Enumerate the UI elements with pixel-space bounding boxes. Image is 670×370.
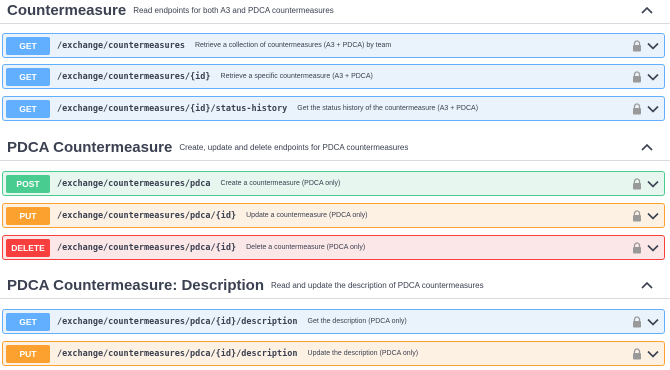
chevron-up-icon[interactable] bbox=[640, 140, 654, 154]
operation-path: /exchange/countermeasures/pdca bbox=[57, 178, 211, 189]
operation-summary: Update a countermeasure (PDCA only) bbox=[246, 212, 368, 219]
method-badge: DELETE bbox=[6, 238, 50, 257]
operation-summary: Create a countermeasure (PDCA only) bbox=[220, 180, 341, 187]
operation-put-description[interactable]: PUT /exchange/countermeasures/pdca/{id}/… bbox=[2, 341, 665, 366]
method-badge: PUT bbox=[6, 344, 50, 363]
section-title: Countermeasure bbox=[7, 2, 127, 19]
operation-get-countermeasures[interactable]: GET /exchange/countermeasures Retrieve a… bbox=[2, 33, 665, 58]
operation-delete-pdca[interactable]: DELETE /exchange/countermeasures/pdca/{i… bbox=[2, 235, 665, 260]
operation-path: /exchange/countermeasures/pdca/{id} bbox=[57, 242, 237, 253]
operation-path: /exchange/countermeasures/{id}/status-hi… bbox=[57, 103, 288, 114]
chevron-down-icon[interactable] bbox=[647, 349, 659, 359]
operation-get-status-history[interactable]: GET /exchange/countermeasures/{id}/statu… bbox=[2, 96, 665, 121]
operation-path: /exchange/countermeasures/{id} bbox=[57, 71, 211, 82]
lock-icon[interactable] bbox=[632, 242, 642, 254]
operation-get-description[interactable]: GET /exchange/countermeasures/pdca/{id}/… bbox=[2, 309, 665, 334]
operation-summary: Get the description (PDCA only) bbox=[307, 318, 407, 325]
operation-post-pdca[interactable]: POST /exchange/countermeasures/pdca Crea… bbox=[2, 171, 665, 196]
lock-icon[interactable] bbox=[632, 103, 642, 115]
method-badge: GET bbox=[6, 36, 50, 55]
operation-path: /exchange/countermeasures/pdca/{id}/desc… bbox=[57, 348, 298, 359]
operation-summary: Get the status history of the countermea… bbox=[297, 105, 479, 112]
section-title: PDCA Countermeasure: Description bbox=[7, 277, 264, 294]
lock-icon[interactable] bbox=[632, 348, 642, 360]
operation-get-countermeasure-by-id[interactable]: GET /exchange/countermeasures/{id} Retri… bbox=[2, 64, 665, 89]
operation-summary: Retrieve a specific countermeasure (A3 +… bbox=[220, 73, 373, 80]
chevron-down-icon[interactable] bbox=[647, 41, 659, 51]
method-badge: POST bbox=[6, 174, 50, 193]
method-badge: GET bbox=[6, 312, 50, 331]
chevron-down-icon[interactable] bbox=[647, 211, 659, 221]
method-badge: GET bbox=[6, 67, 50, 86]
chevron-up-icon[interactable] bbox=[640, 3, 654, 17]
lock-icon[interactable] bbox=[632, 210, 642, 222]
operation-path: /exchange/countermeasures/pdca/{id} bbox=[57, 210, 237, 221]
chevron-down-icon[interactable] bbox=[647, 104, 659, 114]
chevron-down-icon[interactable] bbox=[647, 243, 659, 253]
section-title: PDCA Countermeasure bbox=[7, 139, 173, 156]
operation-summary: Update the description (PDCA only) bbox=[307, 350, 419, 357]
section-description: Create, update and delete endpoints for … bbox=[179, 143, 409, 152]
operation-summary: Retrieve a collection of countermeasures… bbox=[194, 42, 392, 49]
chevron-down-icon[interactable] bbox=[647, 179, 659, 189]
lock-icon[interactable] bbox=[632, 40, 642, 52]
operation-path: /exchange/countermeasures/pdca/{id}/desc… bbox=[57, 316, 298, 327]
section-header-countermeasure[interactable]: Countermeasure Read endpoints for both A… bbox=[0, 0, 670, 24]
section-description: Read and update the description of PDCA … bbox=[271, 281, 484, 290]
lock-icon[interactable] bbox=[632, 316, 642, 328]
section-header-pdca-countermeasure-description[interactable]: PDCA Countermeasure: Description Read an… bbox=[0, 273, 670, 299]
operation-summary: Delete a countermeasure (PDCA only) bbox=[246, 244, 366, 251]
lock-icon[interactable] bbox=[632, 71, 642, 83]
chevron-up-icon[interactable] bbox=[640, 278, 654, 292]
chevron-down-icon[interactable] bbox=[647, 317, 659, 327]
operation-path: /exchange/countermeasures bbox=[57, 40, 185, 51]
section-header-pdca-countermeasure[interactable]: PDCA Countermeasure Create, update and d… bbox=[0, 135, 670, 161]
chevron-down-icon[interactable] bbox=[647, 72, 659, 82]
lock-icon[interactable] bbox=[632, 178, 642, 190]
method-badge: GET bbox=[6, 99, 50, 118]
section-description: Read endpoints for both A3 and PDCA coun… bbox=[133, 6, 334, 15]
method-badge: PUT bbox=[6, 206, 50, 225]
operation-put-pdca[interactable]: PUT /exchange/countermeasures/pdca/{id} … bbox=[2, 203, 665, 228]
